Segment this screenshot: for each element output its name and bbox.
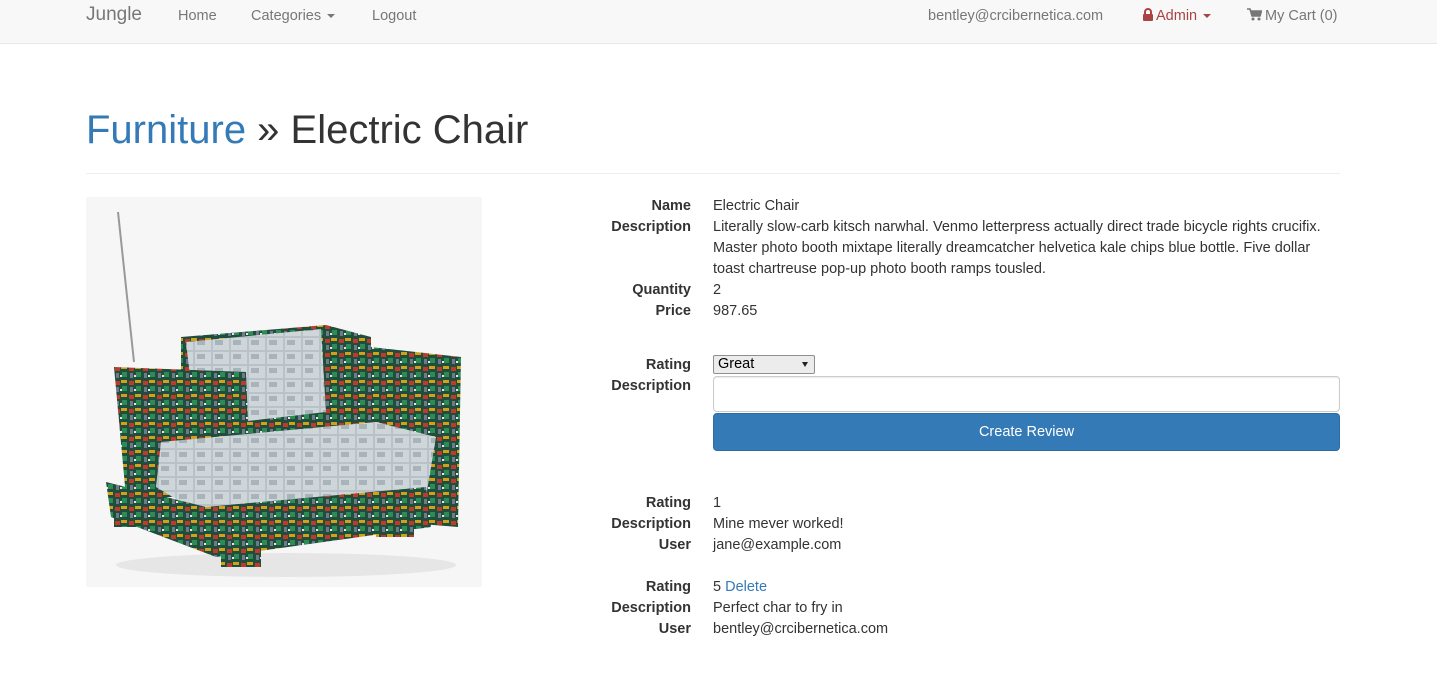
nav-categories-dropdown[interactable]: Categories [251, 7, 336, 25]
chevron-down-icon [327, 14, 336, 19]
breadcrumb-separator: » [246, 108, 291, 152]
rating-select-value: Great [718, 356, 755, 372]
quantity-label: Quantity [632, 282, 691, 298]
description-label: Description [611, 219, 691, 235]
rating-select[interactable]: Great [713, 355, 815, 374]
review-description: Mine mever worked! [713, 516, 844, 532]
delete-review-link[interactable]: Delete [725, 579, 767, 595]
review-user-label: User [658, 537, 691, 553]
review-description-input[interactable] [713, 376, 1340, 412]
admin-dropdown[interactable]: Admin [1142, 7, 1212, 25]
cart-label: My Cart (0) [1265, 8, 1338, 24]
review-user: jane@example.com [713, 537, 842, 553]
cart-link[interactable]: My Cart (0) [1247, 7, 1338, 25]
header-divider [86, 173, 1340, 174]
product-price: 987.65 [713, 303, 758, 319]
page-title: Furniture » Electric Chair [86, 107, 528, 153]
admin-label: Admin [1156, 8, 1198, 24]
nav-home-link[interactable]: Home [178, 7, 217, 25]
review-description-label: Description [611, 600, 691, 616]
product-title: Electric Chair [290, 108, 529, 152]
create-review-button[interactable]: Create Review [713, 413, 1340, 451]
review-description-label: Description [611, 378, 691, 394]
review-user-label: User [658, 621, 691, 637]
review-rating-label: Rating [645, 357, 691, 373]
product-description: Literally slow-carb kitsch narwhal. Venm… [713, 219, 1321, 277]
shopping-cart-icon [1247, 8, 1262, 21]
review-user: bentley@crcibernetica.com [713, 621, 889, 637]
name-label: Name [651, 198, 692, 214]
review-rating: 5 [713, 579, 722, 595]
review-rating-row: 5 Delete [713, 577, 1340, 598]
user-email: bentley@crcibernetica.com [928, 8, 1104, 24]
product-name: Electric Chair [713, 198, 800, 214]
review-description-label: Description [611, 516, 691, 532]
chevron-down-icon [1203, 14, 1212, 19]
price-label: Price [655, 303, 691, 319]
review-description: Perfect char to fry in [713, 600, 843, 616]
review-rating: 1 [713, 495, 722, 511]
category-link[interactable]: Furniture [86, 108, 246, 152]
product-quantity: 2 [713, 282, 722, 298]
nav-categories-label: Categories [251, 8, 322, 24]
navbar: Jungle Home Categories Logout bentley@cr… [0, 0, 1437, 44]
dropdown-arrow-icon [802, 362, 808, 367]
brand-link[interactable]: Jungle [86, 5, 142, 24]
product-image [86, 197, 482, 587]
review-rating-label: Rating [645, 495, 691, 511]
nav-logout-link[interactable]: Logout [372, 7, 416, 25]
lock-icon [1143, 8, 1153, 21]
review-rating-label: Rating [645, 579, 691, 595]
